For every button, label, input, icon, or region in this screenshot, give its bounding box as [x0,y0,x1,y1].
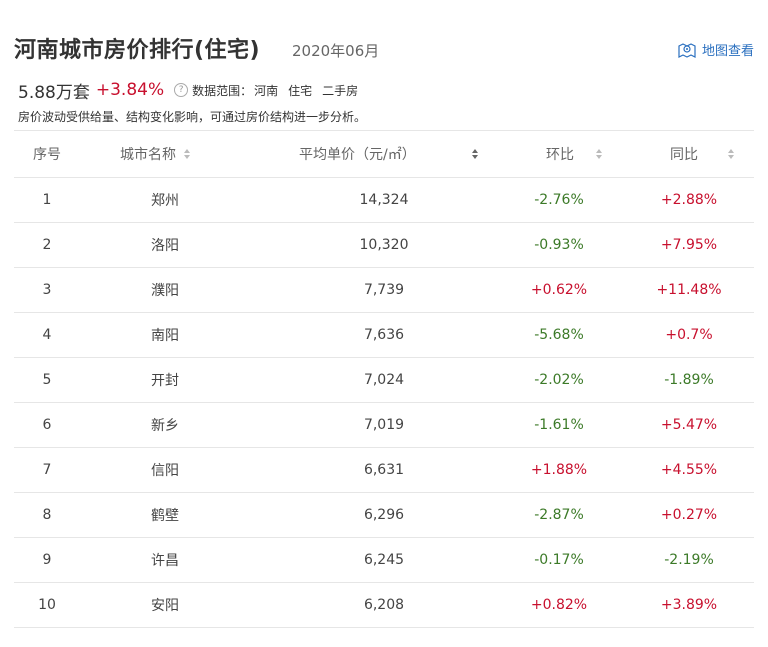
map-pin-icon [678,42,696,58]
sort-arrows-icon[interactable] [596,149,602,159]
cell-mom: -5.68% [534,327,584,343]
header-mom-label: 环比 [546,147,574,163]
cell-city: 安阳 [151,598,179,614]
cell-city: 郑州 [151,193,179,209]
cell-yoy: +0.27% [660,507,718,523]
cell-mom: -1.61% [534,417,584,433]
cell-yoy: -2.19% [664,552,714,568]
table-row[interactable]: 6 新乡 7,019 -1.61% +5.47% [14,403,754,448]
cell-city: 南阳 [151,328,179,344]
cell-city: 开封 [151,373,179,389]
cell-mom: -0.93% [534,237,584,253]
sort-arrows-icon[interactable] [728,149,734,159]
header-city-label: 城市名称 [120,147,176,163]
cell-rank: 6 [42,417,52,433]
cell-mom: -2.02% [534,372,584,388]
cell-rank: 7 [42,462,52,478]
table-row[interactable]: 9 许昌 6,245 -0.17% -2.19% [14,538,754,583]
cell-price: 14,324 [359,192,409,208]
table-row[interactable]: 4 南阳 7,636 -5.68% +0.7% [14,313,754,358]
city-price-table: 序号 城市名称 平均单价（元/㎡） 环比 同比 1 郑州 14,324 -2.76% +… [14,130,754,628]
header-rank: 序号 [33,147,61,163]
cell-mom: +1.88% [530,462,588,478]
cell-yoy: -1.89% [664,372,714,388]
report-date: 2020年06月 [292,42,380,60]
cell-yoy: +5.47% [660,417,718,433]
map-view-link[interactable]: 地图查看 [678,40,754,59]
cell-price: 6,296 [363,507,405,523]
table-row[interactable]: 1 郑州 14,324 -2.76% +2.88% [14,178,754,223]
cell-mom: -2.76% [534,192,584,208]
table-row[interactable]: 2 洛阳 10,320 -0.93% +7.95% [14,223,754,268]
cell-yoy: +3.89% [660,597,718,613]
cell-price: 6,631 [363,462,405,478]
cell-price: 6,245 [363,552,405,568]
average-price: 5.88万套 [18,82,90,103]
sort-arrows-icon[interactable] [472,149,478,159]
price-summary: 5.88万套 +3.84% ? 数据范围： 河南 住宅 二手房 [18,78,359,103]
cell-rank: 5 [42,372,52,388]
scope-label: 数据范围： [192,83,253,98]
analysis-note: 房价波动受供给量、结构变化影响，可通过房价结构进一步分析。 [18,110,367,124]
cell-mom: +0.62% [530,282,588,298]
cell-city: 濮阳 [151,283,179,299]
cell-price: 7,636 [363,327,405,343]
header-price-sort[interactable] [464,131,478,177]
map-view-label: 地图查看 [701,44,754,59]
cell-yoy: +4.55% [660,462,718,478]
cell-yoy: +0.7% [665,327,713,343]
table-row[interactable]: 10 安阳 6,208 +0.82% +3.89% [14,583,754,628]
table-row[interactable]: 3 濮阳 7,739 +0.62% +11.48% [14,268,754,313]
header-price[interactable]: 平均单价（元/㎡） [299,131,416,177]
cell-rank: 10 [38,597,56,613]
help-icon[interactable]: ? [174,83,189,97]
cell-rank: 9 [42,552,52,568]
cell-mom: -2.87% [534,507,584,523]
table-row[interactable]: 8 鹤壁 6,296 -2.87% +0.27% [14,493,754,538]
page-title: 河南城市房价排行(住宅) [14,38,261,63]
scope-market: 二手房 [322,83,359,98]
cell-mom: +0.82% [530,597,588,613]
cell-rank: 2 [42,237,52,253]
cell-price: 7,024 [363,372,405,388]
table-body: 1 郑州 14,324 -2.76% +2.88% 2 洛阳 10,320 -0.93% +7.9… [14,178,754,628]
cell-price: 6,208 [363,597,405,613]
header-mom[interactable]: 环比 [546,131,602,177]
cell-city: 新乡 [151,418,179,434]
table-header: 序号 城市名称 平均单价（元/㎡） 环比 同比 [14,130,754,178]
cell-rank: 1 [42,192,52,208]
cell-yoy: +11.48% [656,282,722,298]
cell-city: 鹤壁 [151,508,179,524]
cell-rank: 4 [42,327,52,343]
cell-price: 7,019 [363,417,405,433]
cell-mom: -0.17% [534,552,584,568]
table-row[interactable]: 7 信阳 6,631 +1.88% +4.55% [14,448,754,493]
header-yoy-label: 同比 [670,147,698,163]
cell-city: 许昌 [151,553,179,569]
cell-rank: 3 [42,282,52,298]
header-yoy[interactable]: 同比 [670,131,734,177]
cell-rank: 8 [42,507,52,523]
scope-type: 住宅 [288,83,313,98]
cell-yoy: +2.88% [660,192,718,208]
sort-arrows-icon[interactable] [184,149,190,159]
table-row[interactable]: 5 开封 7,024 -2.02% -1.89% [14,358,754,403]
page-header: 河南城市房价排行(住宅) 2020年06月 地图查看 [14,28,754,68]
cell-price: 10,320 [359,237,409,253]
cell-yoy: +7.95% [660,237,718,253]
scope-region: 河南 [254,83,279,98]
cell-city: 信阳 [151,463,179,479]
header-city[interactable]: 城市名称 [120,131,190,177]
cell-price: 7,739 [363,282,405,298]
cell-city: 洛阳 [151,238,179,254]
price-change: +3.84% [95,80,165,100]
